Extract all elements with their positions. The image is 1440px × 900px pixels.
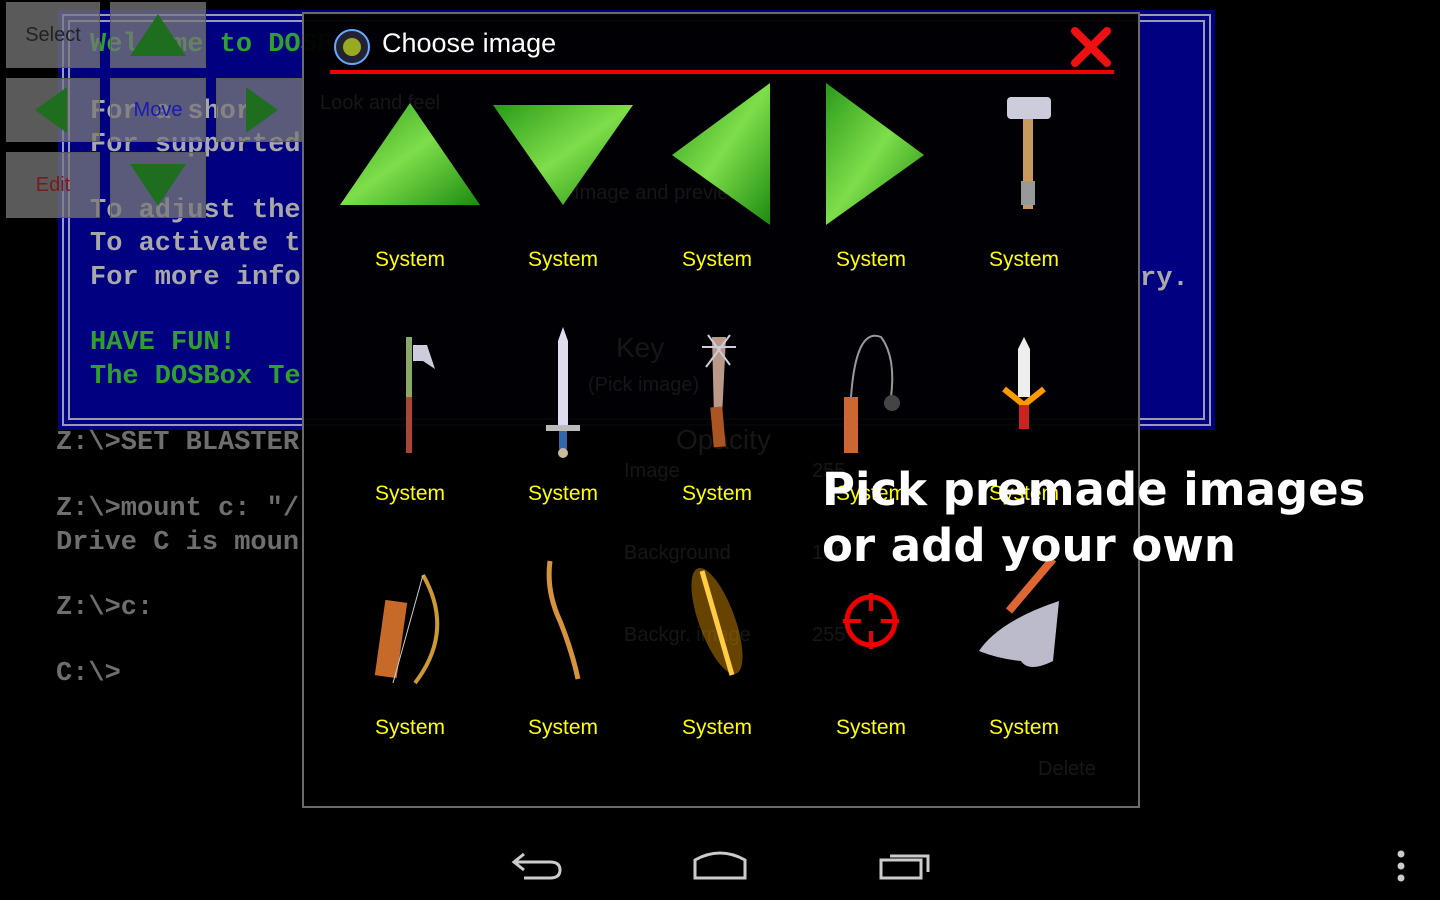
image-source-label: System	[374, 482, 445, 505]
dos-line: To activate t	[90, 229, 301, 259]
arrow-down-icon	[130, 164, 186, 206]
flaming-sword-icon	[642, 552, 792, 692]
image-option-spiked-club[interactable]: System	[642, 318, 792, 548]
select-label: Select	[25, 23, 81, 46]
image-option-green-arrow-left[interactable]: System	[642, 83, 792, 314]
terminal-line: Z:\>SET BLASTER	[56, 428, 300, 458]
image-source-label: System	[527, 248, 598, 271]
app-logo-icon	[334, 29, 370, 65]
terminal-line: Z:\>mount c: "/	[56, 494, 300, 524]
dialog-title-bar: Choose image	[330, 26, 1114, 74]
image-option-sword[interactable]: System	[488, 318, 638, 548]
image-source-label: System	[681, 716, 752, 739]
dialog-title: Choose image	[382, 28, 557, 58]
image-option-hammer[interactable]: System	[949, 84, 1099, 314]
image-source-label: System	[374, 716, 445, 739]
green-arrow-left-icon	[642, 83, 792, 225]
axe-icon	[335, 318, 485, 458]
up-button[interactable]	[110, 2, 206, 68]
sword-icon	[488, 318, 638, 458]
flail-icon	[796, 318, 946, 458]
image-source-label: System	[681, 482, 752, 505]
image-option-axe[interactable]: System	[335, 318, 485, 548]
terminal-line: Z:\>c:	[56, 593, 154, 623]
bow-icon	[488, 552, 638, 692]
arrow-up-icon	[130, 14, 186, 56]
image-source-label: System	[527, 716, 598, 739]
hammer-icon	[949, 84, 1099, 224]
image-source-label: System	[988, 248, 1059, 271]
green-arrow-up-icon	[335, 84, 485, 224]
image-source-label: System	[681, 248, 752, 271]
image-option-anvil-hammer[interactable]: System	[949, 552, 1099, 782]
image-option-green-arrow-up[interactable]: System	[335, 84, 485, 314]
recents-icon[interactable]	[878, 846, 934, 886]
image-source-label: System	[527, 482, 598, 505]
promo-text: Pick premade images or add your own	[822, 463, 1366, 572]
home-icon[interactable]	[692, 846, 748, 886]
dagger-icon	[949, 318, 1099, 458]
dos-line-tail: ry.	[1140, 264, 1189, 294]
dos-line: HAVE FUN!	[90, 328, 236, 358]
image-source-label: System	[835, 716, 906, 739]
image-option-flaming-sword[interactable]: System	[642, 552, 792, 782]
close-x-icon[interactable]	[1070, 26, 1112, 68]
back-icon[interactable]	[510, 846, 566, 886]
image-option-green-arrow-down[interactable]: System	[488, 84, 638, 314]
image-source-label: System	[374, 248, 445, 271]
choose-image-dialog: Look and feel Image and preview Key (Pic…	[302, 12, 1140, 808]
image-source-label: System	[835, 248, 906, 271]
green-arrow-right-icon	[796, 83, 946, 225]
image-option-green-arrow-right[interactable]: System	[796, 83, 946, 314]
down-button[interactable]	[110, 152, 206, 218]
spiked-club-icon	[642, 318, 792, 458]
right-button[interactable]	[216, 78, 304, 142]
left-button[interactable]	[6, 78, 100, 142]
move-button[interactable]: Move	[110, 78, 206, 142]
image-option-bow-and-quiver[interactable]: System	[335, 552, 485, 782]
green-arrow-down-icon	[488, 84, 638, 224]
image-option-crosshair[interactable]: System	[796, 552, 946, 782]
terminal-line: Drive C is moun	[56, 528, 300, 558]
arrow-right-icon	[246, 87, 278, 133]
image-option-bow[interactable]: System	[488, 552, 638, 782]
arrow-left-icon	[35, 87, 67, 133]
edit-button[interactable]: Edit	[6, 152, 100, 218]
image-source-label: System	[988, 716, 1059, 739]
move-label: Move	[133, 98, 183, 121]
edit-label: Edit	[35, 173, 71, 196]
select-button[interactable]: Select	[6, 2, 100, 68]
terminal-line: C:\>	[56, 659, 121, 689]
dos-line: For more info	[90, 263, 301, 293]
dos-line: The DOSBox Te	[90, 362, 301, 392]
overflow-menu-icon[interactable]	[1392, 846, 1410, 886]
bow-and-quiver-icon	[335, 552, 485, 692]
